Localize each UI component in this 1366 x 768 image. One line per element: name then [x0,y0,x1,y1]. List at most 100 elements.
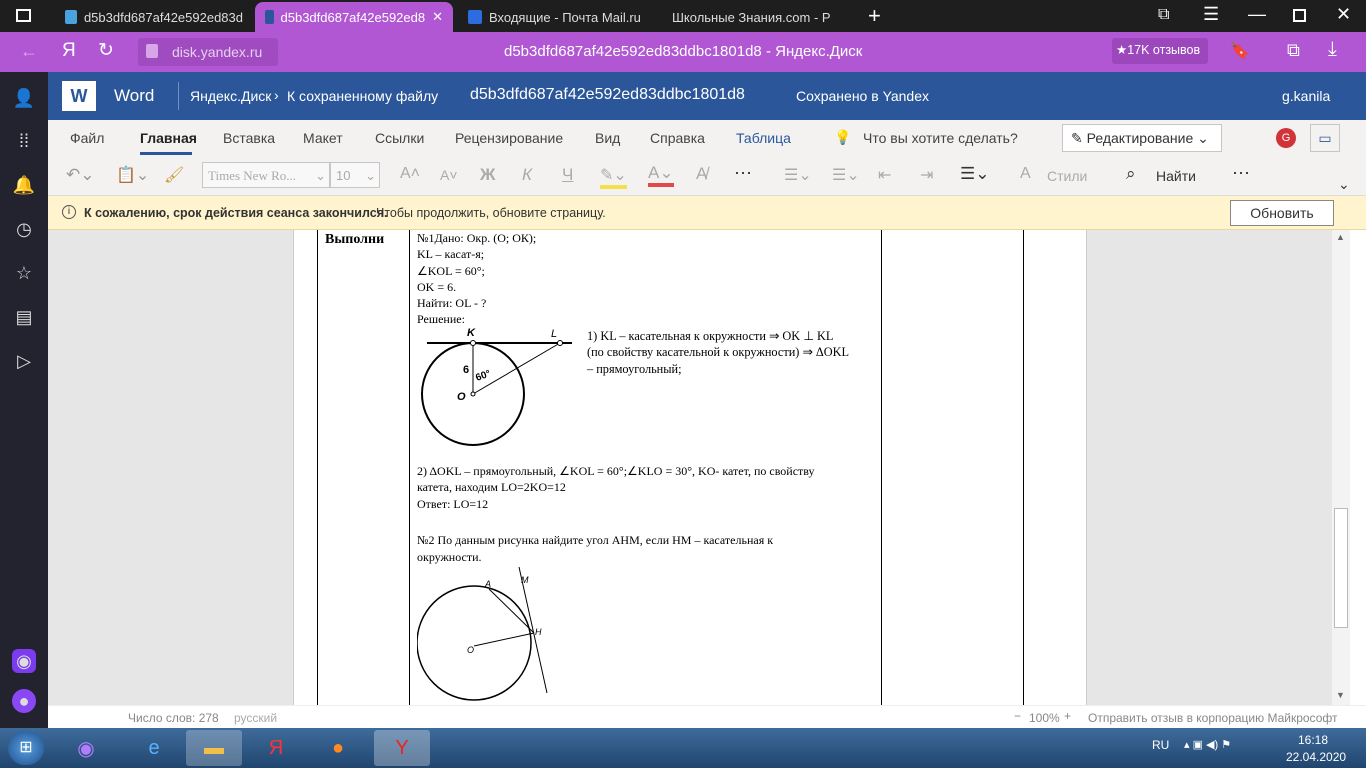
align-icon[interactable]: ☰⌄ [960,164,989,184]
favorites-icon[interactable]: ☆ [12,261,36,285]
bold-button[interactable]: Ж [480,165,495,185]
breadcrumb-saved-file[interactable]: К сохраненному файлу [287,88,438,104]
notifications-icon[interactable]: 🔔 [12,173,36,197]
document-filename[interactable]: d5b3dfd687af42e592ed83ddbc1801d8 [470,86,745,104]
video-icon[interactable]: ▷ [12,349,36,373]
tab-insert[interactable]: Вставка [223,130,275,146]
font-size-dropdown[interactable]: 10 ⌄ [330,162,380,188]
extensions-icon[interactable]: ⧉ [1287,40,1300,61]
figure-1-tangent: K L O 6 60° [421,327,572,446]
font-color-icon[interactable]: A⌄ [648,163,674,187]
address-bar: ← Я ↻ disk.yandex.ru d5b3dfd687af42e592e… [0,32,1366,72]
highlight-icon[interactable]: ✎⌄ [600,165,627,189]
new-tab-icon[interactable]: + [868,3,881,29]
comments-icon[interactable]: ▭ [1310,124,1340,152]
alice-taskbar-icon[interactable]: ◉ [58,730,114,766]
paste-icon[interactable]: 📋⌄ [116,165,149,185]
tray-icons[interactable]: ▴ ▣ ◀) ⚑ [1184,738,1231,751]
bookmark-icon[interactable]: 🔖 [1230,41,1250,61]
tab-view[interactable]: Вид [595,130,620,146]
step-1: 1) KL – касательная к окружности ⇒ OK ⊥ … [587,328,849,377]
styles-icon[interactable]: A [1020,165,1031,183]
language[interactable]: русский [234,711,277,725]
close-tab-icon[interactable]: ✕ [432,9,443,25]
scroll-up-icon[interactable]: ▲ [1336,232,1345,242]
tab-overview-icon[interactable] [16,9,31,22]
tab-review[interactable]: Рецензирование [455,130,563,146]
bullets-icon[interactable]: ☰⌄ [784,165,812,185]
close-window-icon[interactable]: ✕ [1336,4,1351,25]
minimize-icon[interactable]: — [1248,4,1266,25]
yandex-browser-taskbar-icon[interactable]: Я [248,730,304,766]
zoom-level[interactable]: 100% [1029,711,1060,725]
alice-icon[interactable]: ◉ [12,649,36,673]
maximize-icon[interactable] [1293,9,1306,22]
clear-formatting-icon[interactable]: A̸ [696,164,707,184]
zoom-in-icon[interactable]: + [1064,709,1071,723]
session-expired-bar: i К сожалению, срок действия сеанса зако… [48,196,1366,230]
start-button[interactable]: ⊞ [8,731,44,765]
vertical-scrollbar[interactable]: ▲ ▼ [1332,230,1350,705]
clock-time[interactable]: 16:18 [1298,733,1328,747]
decrease-indent-icon[interactable]: ⇤ [878,165,891,185]
tab-references[interactable]: Ссылки [375,130,424,146]
more-font-options-icon[interactable]: ⋯ [734,163,752,184]
tab-table[interactable]: Таблица [736,130,791,146]
italic-button[interactable]: К [522,165,532,185]
tab-home[interactable]: Главная [140,130,197,146]
undo-icon[interactable]: ↶⌄ [66,165,95,185]
find-button[interactable]: Найти [1156,168,1196,184]
menu-icon[interactable]: ☰ [1203,4,1219,25]
back-icon[interactable]: ← [20,41,38,62]
tell-me-search[interactable]: Что вы хотите сделать? [863,130,1018,146]
tab-layout[interactable]: Макет [303,130,343,146]
feedback-link[interactable]: Отправить отзыв в корпорацию Майкрософт [1088,711,1337,725]
bookmarks-icon[interactable]: ⧉ [1158,6,1169,24]
search-icon[interactable]: ⌕ [1126,164,1136,184]
zoom-out-icon[interactable]: − [1014,709,1021,723]
word-logo-icon[interactable]: W [62,81,96,111]
tab-help[interactable]: Справка [650,130,705,146]
breadcrumb-disk[interactable]: Яндекс.Диск [190,88,271,104]
apps-icon[interactable]: ⁞⁞ [12,129,36,153]
styles-button[interactable]: Стили [1047,168,1087,184]
browser-tab-active[interactable]: d5b3dfd687af42e592ed8 ✕ [255,2,453,32]
scrollbar-thumb[interactable] [1334,508,1348,628]
reviews-button[interactable]: ★17K отзывов [1112,38,1208,64]
format-painter-icon[interactable]: 🖌 [164,165,184,185]
yandex-logo[interactable]: Я [62,40,76,62]
explorer-taskbar-icon[interactable]: ▬ [186,730,242,766]
assistant-icon[interactable]: ● [12,689,36,713]
url-field[interactable]: disk.yandex.ru [138,38,278,66]
scroll-down-icon[interactable]: ▼ [1336,690,1345,700]
ie-taskbar-icon[interactable]: e [126,730,182,766]
download-icon[interactable]: ⤓ [1328,38,1337,61]
step-2: 2) ΔOKL – прямоугольный, ∠KOL = 60°;∠KLO… [417,463,815,512]
firefox-taskbar-icon[interactable]: ● [310,730,366,766]
reload-icon[interactable]: ↻ [98,39,114,62]
editing-mode-dropdown[interactable]: ✎ Редактирование ⌄ [1062,124,1222,152]
browser-tab[interactable]: d5b3dfd687af42e592ed83d [55,2,253,32]
collections-icon[interactable]: ▤ [12,305,36,329]
refresh-button[interactable]: Обновить [1230,200,1334,226]
underline-button[interactable]: Ч [562,165,573,185]
tab-file[interactable]: Файл [70,130,104,146]
shrink-font-icon[interactable]: A˅ [440,167,458,183]
word-count[interactable]: Число слов: 278 [128,711,219,725]
browser-tab[interactable]: Школьные Знания.com - Р [662,2,860,32]
profile-icon[interactable]: 👤 [12,86,36,110]
yandex-taskbar-icon[interactable]: Y [374,730,430,766]
avatar[interactable]: G [1276,128,1296,148]
user-name[interactable]: g.kanila [1282,88,1330,104]
document-page[interactable]: Выполни №1Дано: Окр. (О; ОК); KL – касат… [293,230,1087,705]
font-name-dropdown[interactable]: Times New Ro... ⌄ [202,162,330,188]
grow-font-icon[interactable]: A˄ [400,165,420,183]
browser-tab[interactable]: Входящие - Почта Mail.ru [458,2,656,32]
increase-indent-icon[interactable]: ⇥ [920,165,933,185]
history-icon[interactable]: ◷ [12,217,36,241]
input-language[interactable]: RU [1152,738,1169,752]
clock-date[interactable]: 22.04.2020 [1286,750,1346,764]
more-options-button[interactable]: ⋯ [1232,163,1250,184]
numbering-icon[interactable]: ☰⌄ [832,165,860,185]
collapse-ribbon-icon[interactable]: ⌄ [1338,176,1350,193]
